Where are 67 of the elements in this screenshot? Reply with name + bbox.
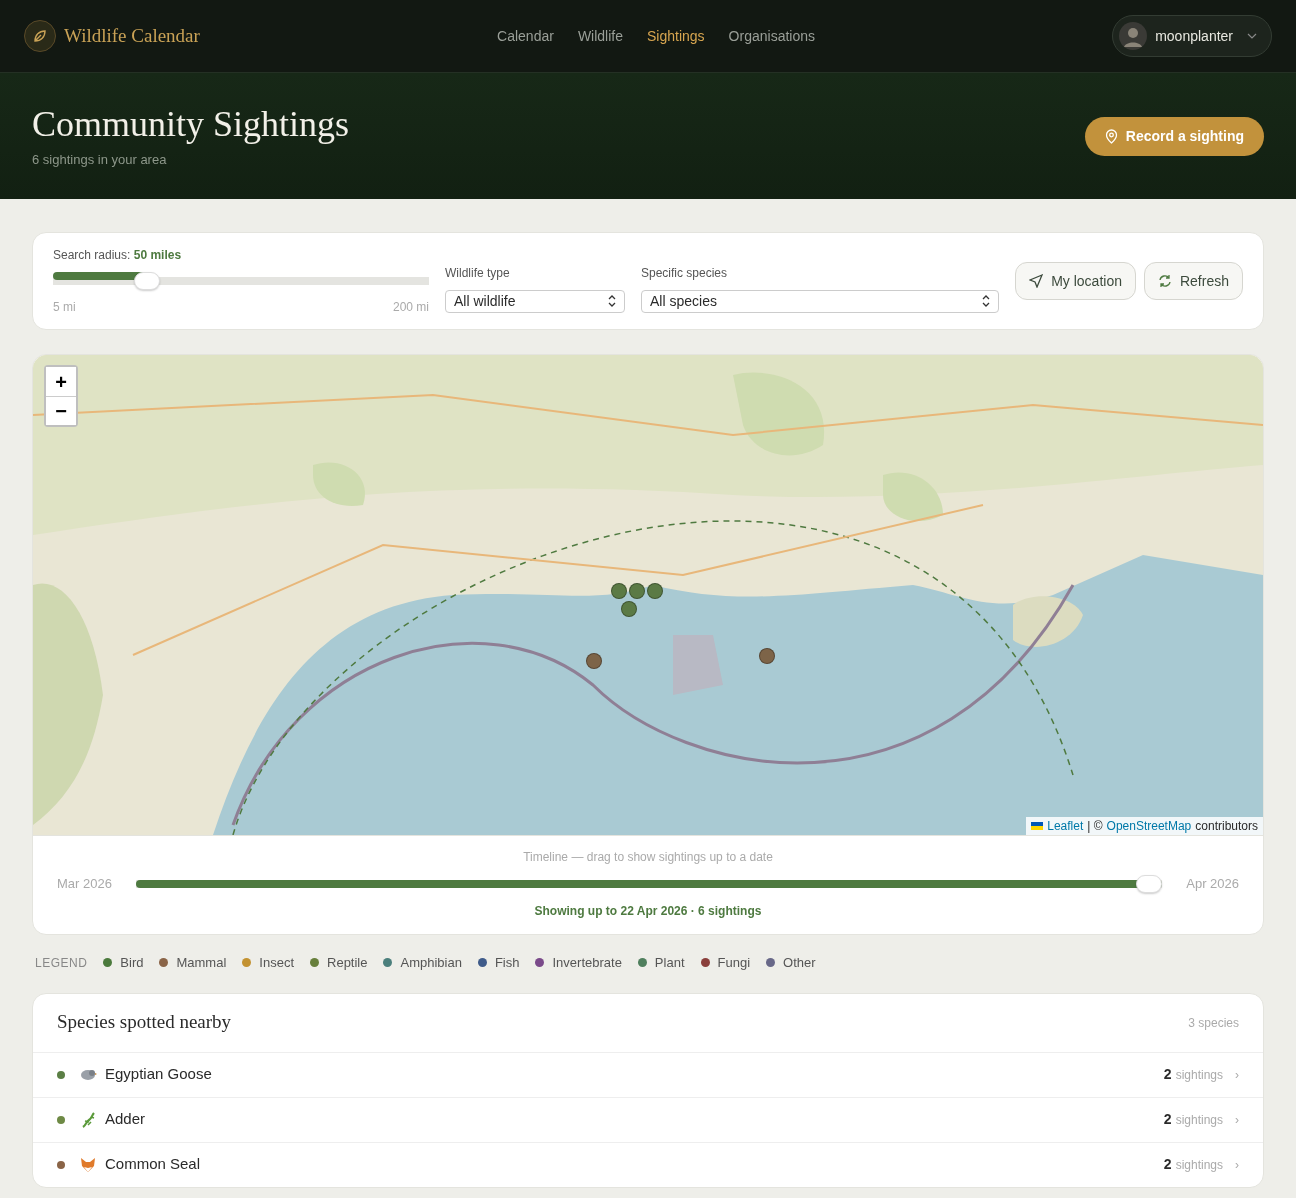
legend-label: Amphibian — [400, 953, 462, 972]
legend-label: Other — [783, 953, 816, 972]
leaf-logo-icon — [24, 20, 56, 52]
attribution-text: | © — [1087, 818, 1103, 835]
select-field[interactable]: All wildlife — [445, 289, 625, 313]
sighting-unit: sightings — [1175, 1156, 1223, 1174]
caret-icon — [1247, 32, 1257, 40]
species-name: Adder — [105, 1109, 146, 1130]
filter-button[interactable]: Refresh — [1143, 262, 1243, 300]
attribution-link[interactable]: Leaflet — [1047, 817, 1084, 835]
species-row[interactable]: Common Seal 2 sightings › — [33, 1141, 1263, 1187]
chevron: › — [1235, 1111, 1239, 1129]
sighting-unit: sightings — [1175, 1066, 1223, 1084]
slider-thumb[interactable] — [1136, 874, 1163, 893]
nav-link[interactable]: Wildlife — [577, 21, 623, 51]
sighting-unit: sightings — [1175, 1111, 1223, 1129]
sighting-count: 2 — [1163, 1110, 1172, 1129]
avatar-icon — [1119, 22, 1148, 50]
timeline-status: Showing up to 22 Apr 2026 · 6 sightings — [533, 902, 763, 920]
field-label: Wildlife type — [445, 264, 511, 282]
nav-link[interactable]: Sightings — [647, 21, 705, 51]
fox-icon — [79, 1155, 97, 1174]
sighting-count: 2 — [1163, 1155, 1172, 1174]
species-count: 3 species — [1188, 1014, 1239, 1032]
species-row[interactable]: Adder 2 sightings › — [33, 1096, 1263, 1142]
timeline-end: Apr 2026 — [1186, 875, 1239, 893]
species-row[interactable]: Egyptian Goose 2 sightings › — [33, 1051, 1263, 1097]
flag-icon — [1031, 822, 1044, 830]
legend-title: LEGEND — [35, 954, 88, 972]
field-label: Specific species — [641, 264, 729, 282]
legend-label: Insect — [259, 953, 294, 972]
user-name: moonplanter — [1155, 26, 1233, 46]
map-pin-icon — [1104, 128, 1118, 144]
chevron-updown-icon — [608, 295, 616, 307]
range-max: 200 mi — [392, 299, 429, 316]
species-name: Egyptian Goose — [105, 1064, 212, 1085]
select-field[interactable]: All species — [641, 289, 999, 313]
nav-link[interactable]: Organisations — [728, 21, 815, 51]
legend-label: Fish — [494, 953, 520, 972]
legend-label: Plant — [654, 953, 685, 972]
timeline-start: Mar 2026 — [57, 875, 112, 893]
attribution-text: contributors — [1195, 818, 1258, 835]
zoom-out-button[interactable]: − — [46, 396, 76, 425]
sighting-count: 6 sightings in your area — [32, 150, 168, 169]
nav-link[interactable]: Calendar — [497, 21, 554, 51]
legend-label: Reptile — [327, 953, 368, 972]
legend-label: Mammal — [176, 953, 227, 972]
section-title: Species spotted nearby — [57, 1010, 232, 1035]
legend-label: Fungi — [717, 953, 751, 972]
chevron: › — [1235, 1156, 1239, 1174]
navigation-arrow-icon — [1029, 274, 1044, 288]
slider-thumb[interactable] — [134, 272, 160, 290]
legend-label: Bird — [120, 953, 144, 972]
user-menu-button[interactable]: moonplanter — [1112, 15, 1272, 57]
page-title: Community Sightings — [32, 102, 350, 146]
range-min: 5 mi — [53, 299, 76, 316]
timeline-hint: Timeline — drag to show sightings up to a date — [522, 849, 774, 866]
chevron-updown-icon — [982, 295, 990, 307]
radius-label: Search radius: 50 miles — [53, 247, 183, 264]
attribution-link[interactable]: OpenStreetMap — [1106, 817, 1192, 835]
refresh-icon — [1157, 274, 1172, 288]
chevron: › — [1235, 1066, 1239, 1084]
filter-button[interactable]: My location — [1015, 262, 1136, 300]
species-name: Common Seal — [105, 1154, 201, 1175]
brand-title[interactable]: Wildlife Calendar — [64, 21, 200, 51]
legend-label: Invertebrate — [552, 953, 622, 972]
sighting-count: 2 — [1163, 1065, 1172, 1084]
